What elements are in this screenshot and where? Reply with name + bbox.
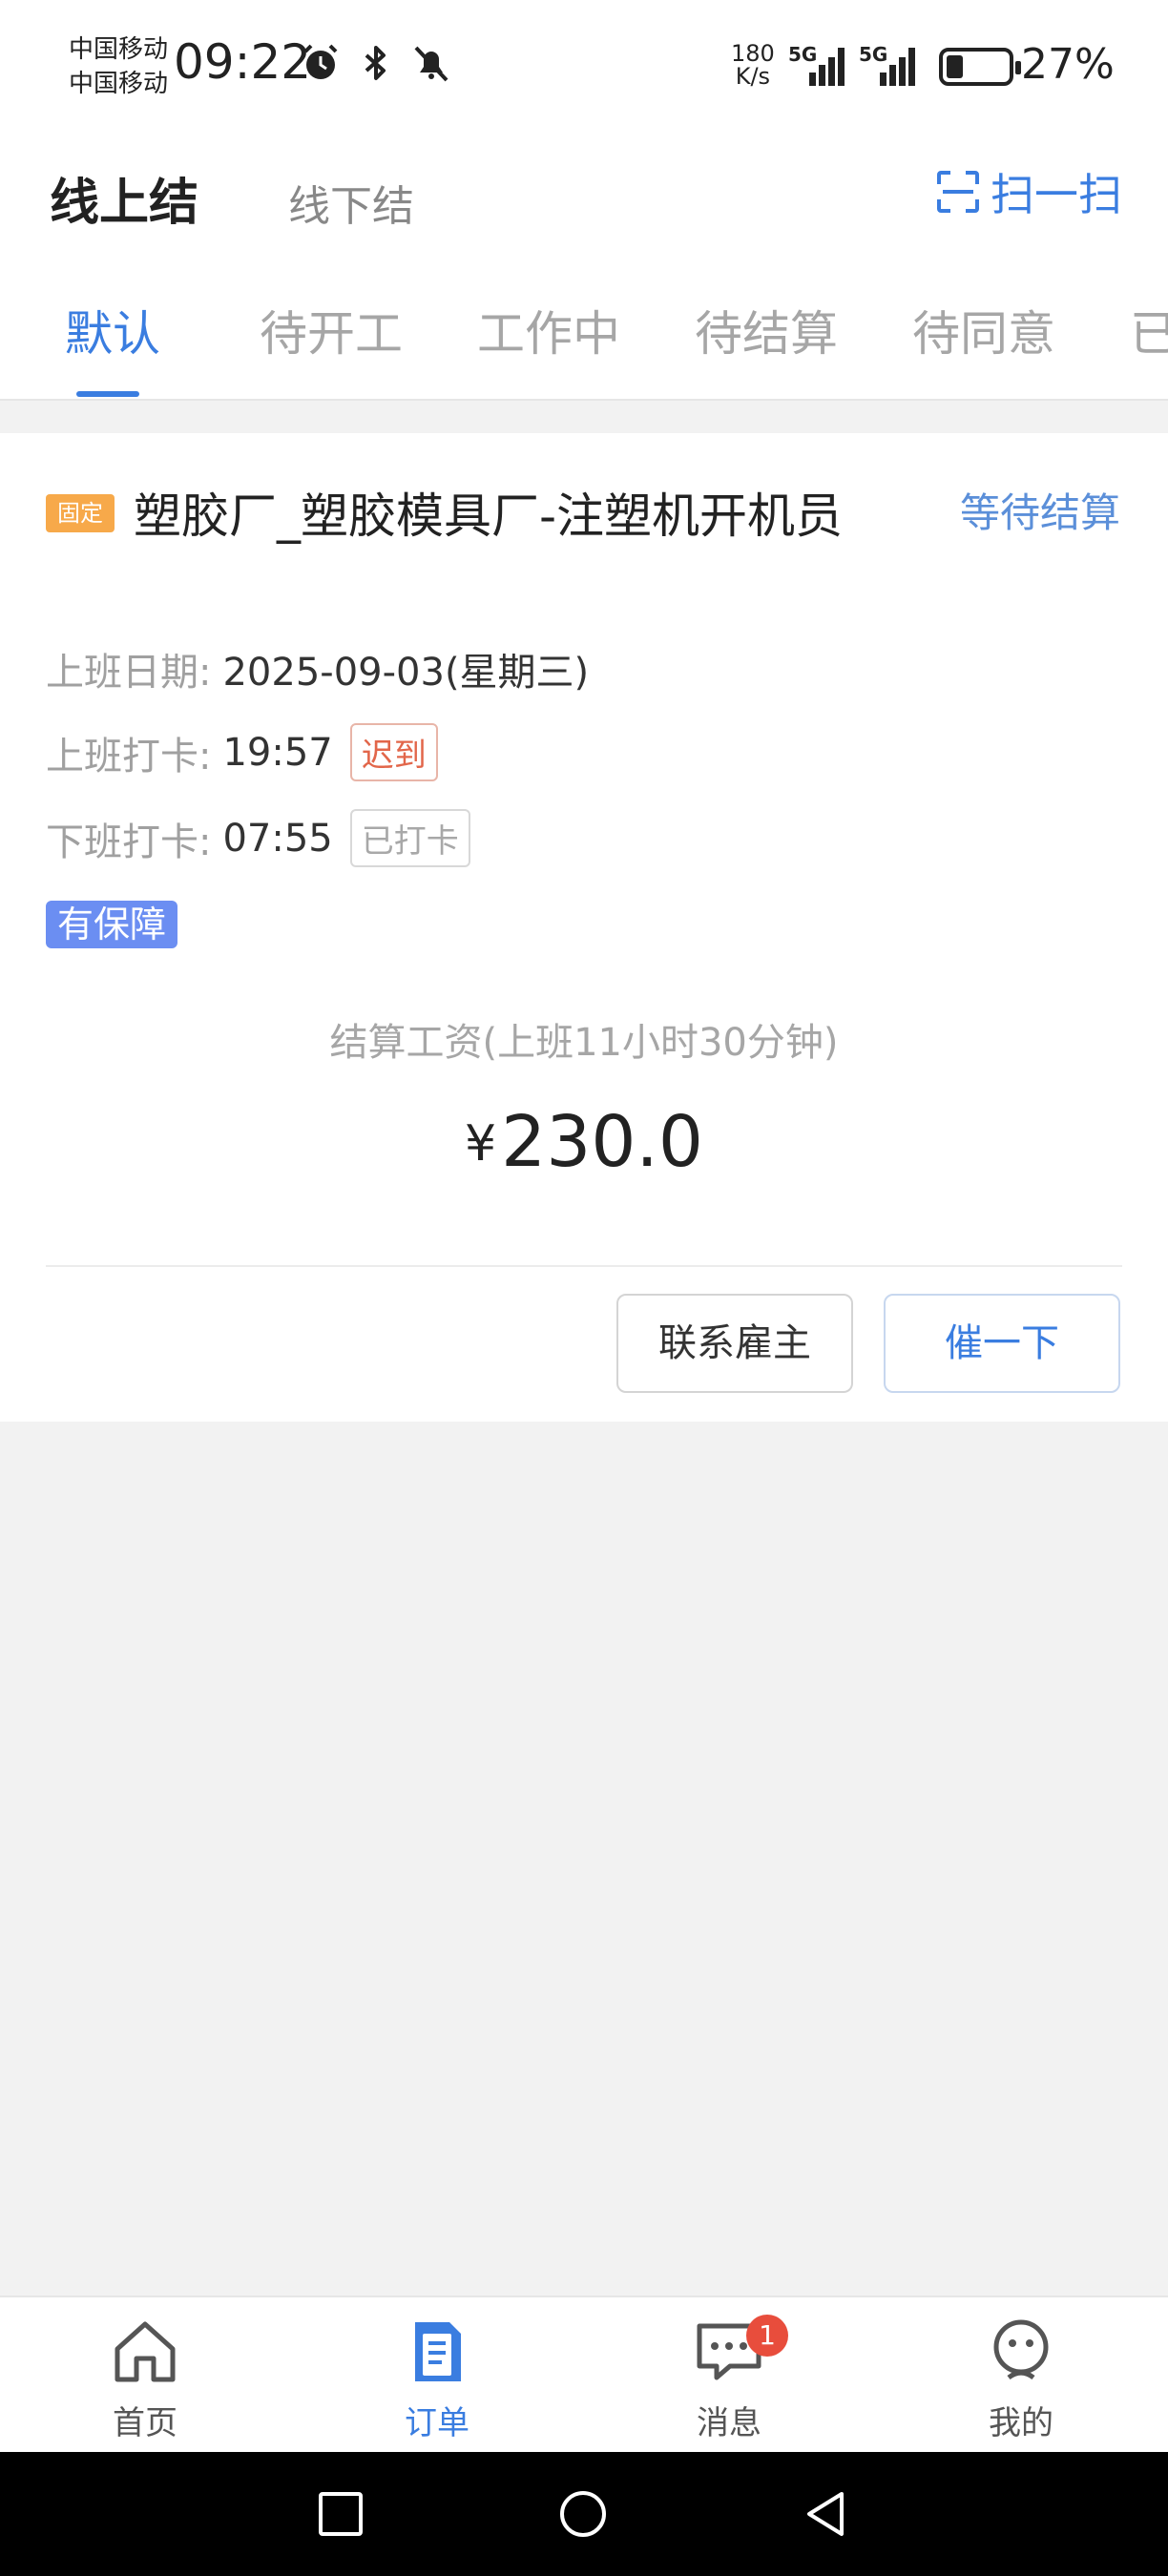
work-date-label: 上班日期: xyxy=(46,651,212,695)
nav-mine-label: 我的 xyxy=(989,2404,1053,2442)
status-bar: 中国移动 中国移动 09:22 180 K/s 5G 5G 27% xyxy=(0,0,1168,134)
nav-messages[interactable]: 1 消息 xyxy=(634,2315,824,2443)
profile-icon xyxy=(993,2319,1049,2380)
checkin-time: 19:57 xyxy=(222,730,333,775)
filter-tab-working[interactable]: 工作中 xyxy=(477,296,620,364)
work-date-value: 2025-09-03(星期三) xyxy=(222,651,590,695)
checkin-row: 上班打卡: 19:57 迟到 xyxy=(46,723,438,781)
net-speed: 180 K/s xyxy=(731,42,775,88)
nav-home-label: 首页 xyxy=(113,2404,177,2442)
home-circle-icon[interactable] xyxy=(557,2488,609,2540)
scan-icon xyxy=(937,171,979,213)
recents-icon[interactable] xyxy=(315,2488,366,2540)
late-badge: 迟到 xyxy=(349,723,438,781)
messages-badge: 1 xyxy=(746,2315,788,2357)
checkout-label: 下班打卡: xyxy=(46,820,212,864)
signal-2-label: 5G xyxy=(859,43,887,66)
urge-button[interactable]: 催一下 xyxy=(884,1294,1120,1393)
scan-button[interactable]: 扫一扫 xyxy=(935,160,1122,223)
carrier-labels: 中国移动 中国移动 xyxy=(69,32,168,101)
salary-value: 230.0 xyxy=(501,1101,704,1183)
checkin-label: 上班打卡: xyxy=(46,734,212,779)
filter-tab-default[interactable]: 默认 xyxy=(65,296,160,364)
scan-label: 扫一扫 xyxy=(991,169,1122,220)
bottom-nav: 首页 订单 1 消息 我的 xyxy=(0,2296,1168,2452)
clocked-badge: 已打卡 xyxy=(349,809,470,867)
system-nav-bar xyxy=(0,2452,1168,2576)
battery-fill xyxy=(947,55,963,78)
salary-label: 结算工资(上班11小时30分钟) xyxy=(329,1021,839,1065)
signal-1-icon: 5G xyxy=(788,43,845,86)
work-date-row: 上班日期: 2025-09-03(星期三) xyxy=(46,641,589,696)
filter-tabs: 默认 待开工 工作中 待结算 待同意 已 xyxy=(0,248,1168,401)
order-status: 等待结算 xyxy=(960,489,1121,536)
status-icons xyxy=(300,42,452,84)
order-card[interactable]: 固定 塑胶厂_塑胶模具厂-注塑机开机员 等待结算 上班日期: 2025-09-0… xyxy=(0,433,1168,1422)
tab-offline-settlement[interactable]: 线下结 xyxy=(288,172,414,233)
net-speed-unit: K/s xyxy=(735,63,771,90)
nav-orders-label: 订单 xyxy=(405,2404,469,2442)
carrier-2: 中国移动 xyxy=(69,70,169,98)
filter-tab-pending-start[interactable]: 待开工 xyxy=(260,296,403,364)
filter-tab-more[interactable]: 已 xyxy=(1130,296,1168,364)
active-tab-indicator xyxy=(76,391,139,397)
net-speed-value: 180 xyxy=(731,40,775,67)
alarm-icon xyxy=(303,44,338,79)
signal-1-label: 5G xyxy=(788,43,817,66)
card-divider xyxy=(46,1265,1122,1267)
guarantee-badge: 有保障 xyxy=(46,901,178,948)
nav-orders[interactable]: 订单 xyxy=(342,2315,532,2443)
salary-amount: ¥ 230.0 xyxy=(0,1101,1168,1183)
currency-symbol: ¥ xyxy=(464,1115,497,1173)
nav-home[interactable]: 首页 xyxy=(50,2315,240,2443)
filter-tab-pending-approval[interactable]: 待同意 xyxy=(912,296,1055,364)
mute-bell-icon xyxy=(414,46,448,82)
battery-icon xyxy=(939,48,1021,86)
nav-mine[interactable]: 我的 xyxy=(926,2315,1116,2443)
job-title: 塑胶厂_塑胶模具厂-注塑机开机员 xyxy=(134,488,844,544)
nav-messages-label: 消息 xyxy=(697,2404,761,2442)
back-icon[interactable] xyxy=(800,2488,851,2540)
signal-2-icon: 5G xyxy=(859,43,915,86)
checkout-row: 下班打卡: 07:55 已打卡 xyxy=(46,809,470,867)
clock: 09:22 xyxy=(174,34,312,90)
contact-employer-button[interactable]: 联系雇主 xyxy=(616,1294,853,1393)
battery-percent: 27% xyxy=(1021,40,1115,89)
header: 线上结 线下结 扫一扫 xyxy=(0,134,1168,248)
home-icon xyxy=(115,2321,176,2382)
carrier-1: 中国移动 xyxy=(69,35,169,64)
bluetooth-icon xyxy=(365,46,386,80)
checkout-time: 07:55 xyxy=(222,816,333,861)
filter-tab-pending-settlement[interactable]: 待结算 xyxy=(695,296,838,364)
tab-online-settlement[interactable]: 线上结 xyxy=(50,162,198,234)
orders-icon xyxy=(415,2322,461,2381)
